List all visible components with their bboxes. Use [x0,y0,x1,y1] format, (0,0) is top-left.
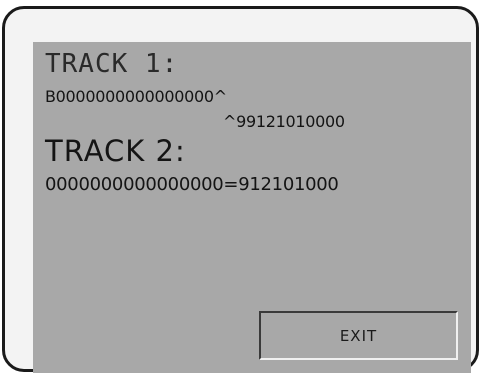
device-bezel: TRACK 1: B0000000000000000^ ^99121010000… [2,6,479,373]
track-2-label: TRACK 2: [45,134,186,168]
display-screen: TRACK 1: B0000000000000000^ ^99121010000… [33,42,471,373]
track-1-data-line-2: ^99121010000 [223,112,345,131]
track-2-data: 0000000000000000=912101000 [45,174,339,195]
track-1-label: TRACK 1: [45,49,179,79]
track-1-data-line-1: B0000000000000000^ [45,87,227,106]
exit-button[interactable]: EXIT [259,311,458,360]
